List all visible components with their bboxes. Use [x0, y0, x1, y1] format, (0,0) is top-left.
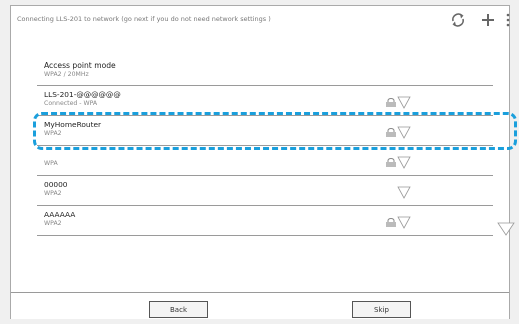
- lock-icon: [386, 98, 396, 107]
- network-name: Access point mode: [44, 61, 116, 70]
- network-security: WPA: [44, 160, 58, 167]
- refresh-icon[interactable]: [450, 12, 466, 28]
- signal-icon: [397, 216, 411, 229]
- network-name: 00000: [44, 180, 68, 189]
- add-icon[interactable]: [481, 12, 495, 28]
- more-icon[interactable]: [505, 12, 511, 28]
- network-item-access-point[interactable]: Access point mode WPA2 / 20MHz: [37, 54, 493, 86]
- back-button[interactable]: Back: [149, 301, 208, 318]
- page-title: Connecting LLS-201 to network (go next i…: [17, 15, 271, 23]
- lock-icon: [386, 158, 396, 167]
- footer-bar: Back Skip: [11, 292, 509, 319]
- network-name: LLS-201-@@@@@@: [44, 90, 121, 99]
- skip-button[interactable]: Skip: [352, 301, 411, 318]
- signal-icon: [397, 156, 411, 169]
- scroll-down-icon[interactable]: [497, 222, 515, 236]
- network-security: Connected - WPA: [44, 100, 98, 107]
- network-item-00000[interactable]: 00000 WPA2: [37, 176, 493, 206]
- setup-dialog: Connecting LLS-201 to network (go next i…: [10, 5, 517, 319]
- network-security: WPA2: [44, 220, 62, 227]
- network-item-hidden-name[interactable]: WPA: [37, 146, 493, 176]
- network-item-aaaaaa[interactable]: AAAAAA WPA2: [37, 206, 493, 236]
- signal-icon: [397, 96, 411, 109]
- network-name: AAAAAA: [44, 210, 76, 219]
- network-security: WPA2 / 20MHz: [44, 71, 89, 78]
- selection-highlight: [33, 112, 517, 150]
- network-security: WPA2: [44, 190, 62, 197]
- lock-icon: [386, 218, 396, 227]
- signal-icon: [397, 186, 411, 199]
